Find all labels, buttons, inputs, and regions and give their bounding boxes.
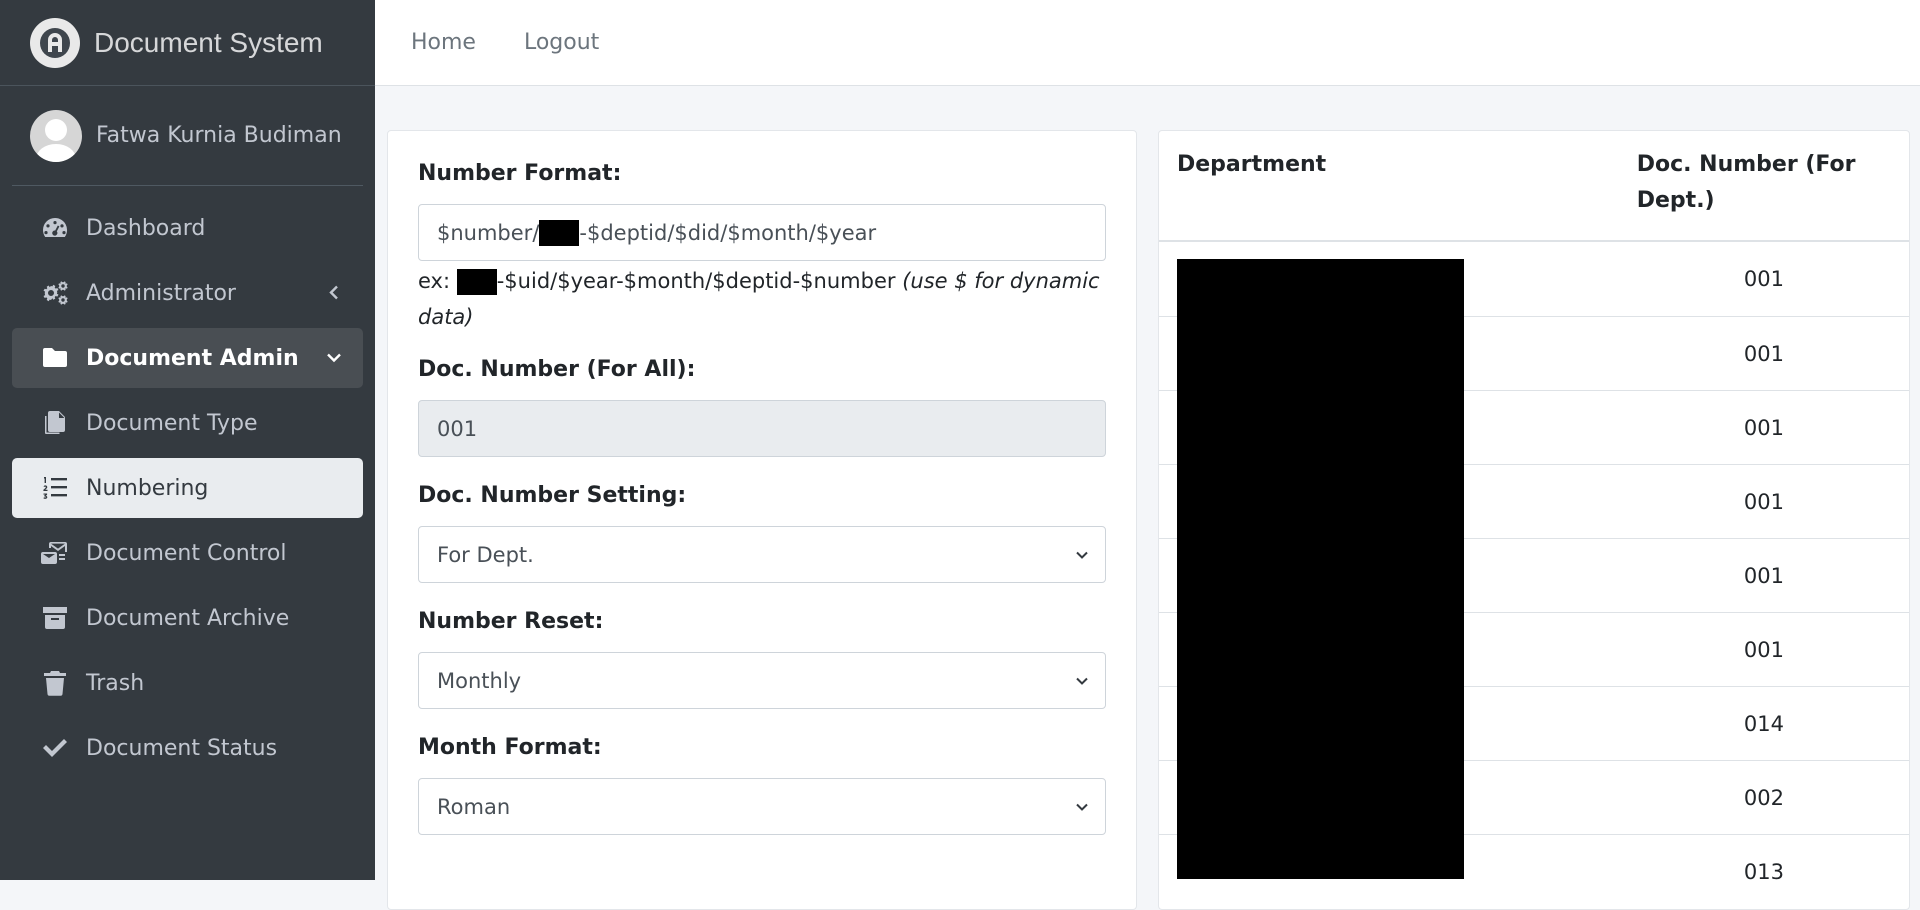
brand-link[interactable]: Document System (0, 0, 375, 86)
doc-number-cell: 002 (1743, 785, 1784, 810)
chevron-left-icon (327, 281, 341, 306)
chevron-down-icon (1076, 677, 1088, 685)
sidebar-item-document-admin[interactable]: Document Admin (12, 328, 363, 388)
nav-logout-link[interactable]: Logout (524, 30, 599, 55)
archive-icon (40, 605, 70, 631)
doc-number-cell: 014 (1743, 711, 1784, 736)
doc-number-cell: 001 (1743, 415, 1784, 440)
number-format-help: ex: -$uid/$year-$month/$deptid-$number (… (418, 263, 1106, 335)
month-format-select[interactable]: Roman (418, 778, 1106, 835)
month-format-label: Month Format: (418, 735, 602, 760)
sidebar-item-document-status[interactable]: Document Status (12, 718, 363, 778)
department-table-card: Department Doc. Number (For Dept.) 001 0… (1158, 130, 1910, 910)
doc-number-all-input[interactable]: 001 (418, 400, 1106, 457)
user-panel[interactable]: Fatwa Kurnia Budiman (12, 86, 363, 186)
number-format-label: Number Format: (418, 161, 622, 186)
doc-number-cell: 001 (1743, 341, 1784, 366)
number-reset-label: Number Reset: (418, 609, 604, 634)
top-navbar: Home Logout (375, 0, 1920, 86)
trash-icon (40, 670, 70, 696)
sidebar-item-label: Dashboard (86, 215, 206, 241)
mail-bulk-icon (40, 540, 70, 566)
table-header: Department Doc. Number (For Dept.) (1159, 131, 1909, 242)
sidebar-item-label: Numbering (86, 475, 209, 501)
sidebar-item-document-type[interactable]: Document Type (12, 393, 363, 453)
column-header-department: Department (1177, 152, 1327, 177)
doc-number-all-value: 001 (437, 416, 478, 441)
sidebar-item-label: Document Admin (86, 345, 299, 371)
check-icon (40, 735, 70, 761)
chevron-down-icon (1076, 551, 1088, 559)
brand-logo-icon (30, 17, 80, 68)
doc-number-cell: 001 (1743, 489, 1784, 514)
sidebar-item-label: Administrator (86, 280, 236, 306)
sidebar-item-label: Document Status (86, 735, 278, 761)
help-prefix: ex: (418, 269, 457, 293)
doc-number-setting-select[interactable]: For Dept. (418, 526, 1106, 583)
month-format-value: Roman (437, 794, 511, 819)
sidebar-item-administrator[interactable]: Administrator (12, 263, 363, 323)
sidebar-item-label: Trash (86, 670, 145, 696)
doc-number-all-label: Doc. Number (For All): (418, 357, 696, 382)
dashboard-icon (40, 215, 70, 241)
sidebar-nav: Dashboard Administrator Document Admin D… (0, 186, 375, 778)
sidebar: Document System Fatwa Kurnia Budiman Das… (0, 0, 375, 880)
number-reset-value: Monthly (437, 668, 522, 693)
sidebar-item-label: Document Type (86, 410, 258, 436)
number-format-value-suffix: -$deptid/$did/$month/$year (579, 220, 877, 245)
sidebar-item-label: Document Control (86, 540, 287, 566)
number-format-input[interactable]: $number/ -$deptid/$did/$month/$year (418, 204, 1106, 261)
sidebar-item-document-control[interactable]: Document Control (12, 523, 363, 583)
chevron-down-icon (327, 346, 341, 371)
column-header-doc-number: Doc. Number (For Dept.) (1636, 152, 1856, 213)
help-example: -$uid/$year-$month/$deptid-$number (496, 269, 896, 293)
doc-number-cell: 001 (1743, 267, 1784, 291)
folder-icon (40, 345, 70, 371)
sidebar-item-numbering[interactable]: Numbering (12, 458, 363, 518)
doc-number-setting-value: For Dept. (437, 542, 534, 567)
nav-home-link[interactable]: Home (411, 30, 476, 55)
number-format-value-prefix: $number/ (437, 220, 540, 245)
chevron-down-icon (1076, 803, 1088, 811)
redacted-department-column (1177, 259, 1464, 879)
redacted-block (539, 219, 580, 246)
sidebar-item-label: Document Archive (86, 605, 290, 631)
brand-text: Document System (94, 26, 323, 58)
sidebar-item-document-archive[interactable]: Document Archive (12, 588, 363, 648)
user-avatar (30, 109, 82, 162)
numbering-form-card: Number Format: $number/ -$deptid/$did/$mo… (387, 130, 1137, 910)
list-ol-icon (40, 475, 70, 501)
copy-icon (40, 410, 70, 436)
sidebar-item-trash[interactable]: Trash (12, 653, 363, 713)
user-name[interactable]: Fatwa Kurnia Budiman (96, 123, 342, 148)
redacted-block (456, 269, 497, 295)
doc-number-cell: 001 (1743, 637, 1784, 662)
cogs-icon (40, 280, 70, 306)
doc-number-setting-label: Doc. Number Setting: (418, 483, 687, 508)
number-reset-select[interactable]: Monthly (418, 652, 1106, 709)
sidebar-item-dashboard[interactable]: Dashboard (12, 198, 363, 258)
doc-number-cell: 001 (1743, 563, 1784, 588)
